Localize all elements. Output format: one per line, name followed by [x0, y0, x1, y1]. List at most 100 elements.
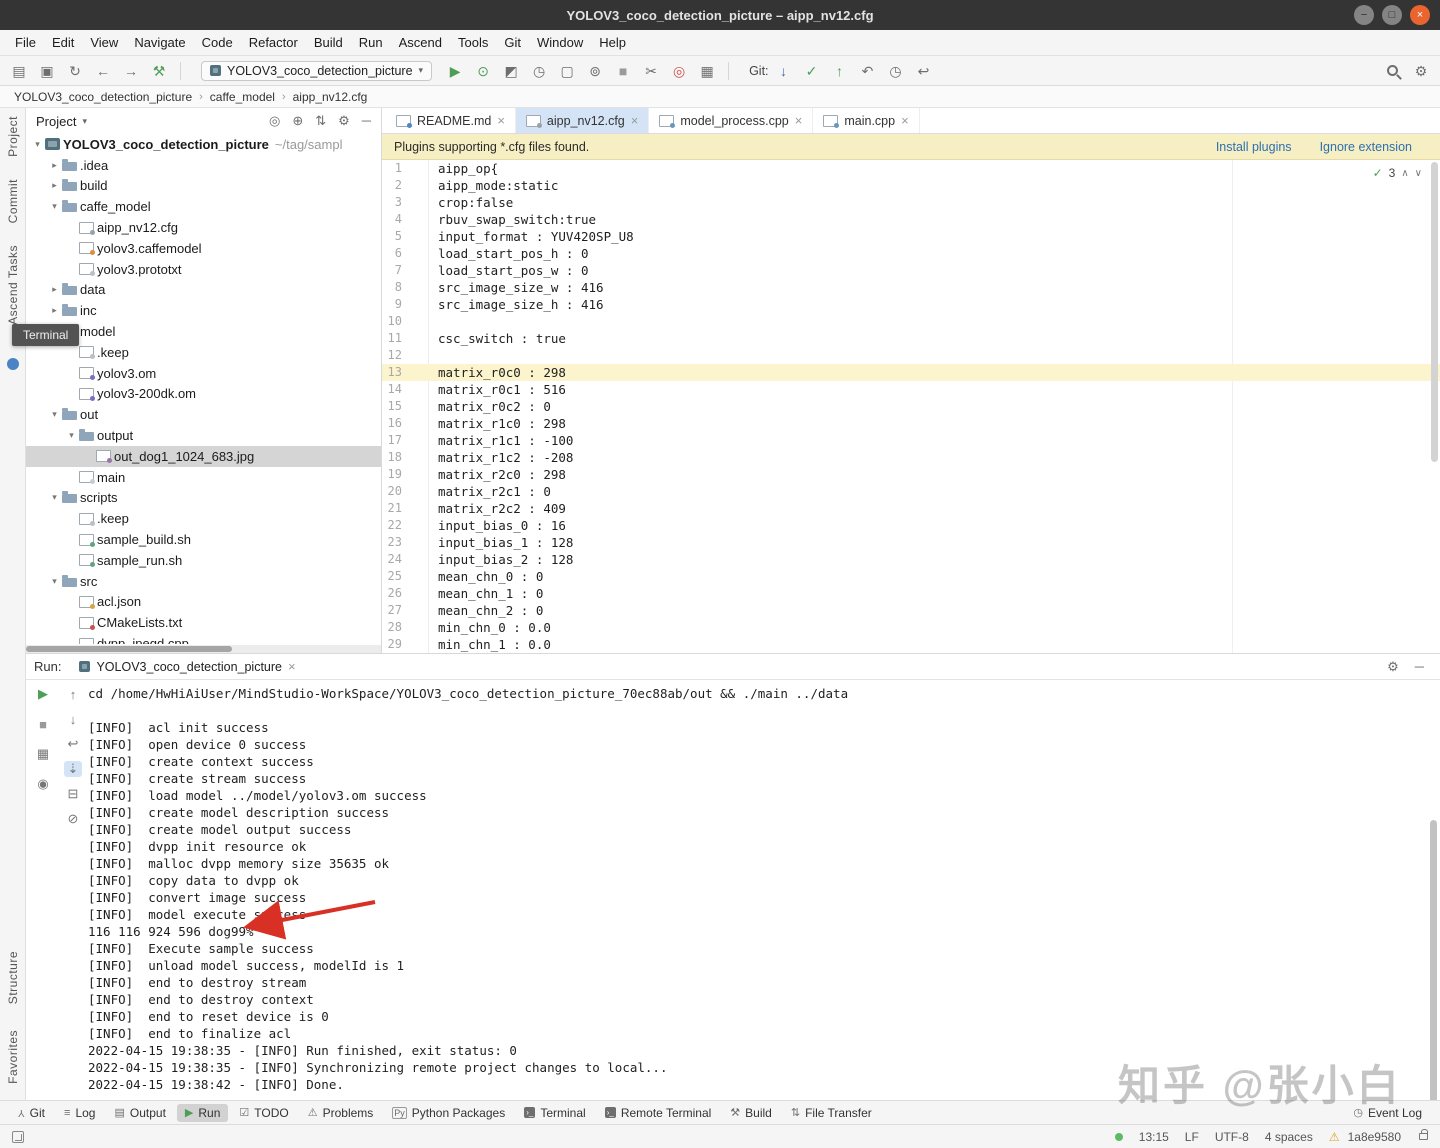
stop-icon[interactable]: ■ [614, 62, 632, 80]
run-settings-icon[interactable]: ⚙ [1387, 659, 1399, 675]
undo-icon[interactable]: ↩ [915, 62, 933, 80]
tree-chevron-icon[interactable]: ▾ [47, 201, 62, 212]
minimize-button[interactable]: − [1354, 5, 1374, 25]
code-line[interactable]: 19 matrix_r2c0 : 298 [382, 466, 1440, 483]
collapse-all-icon[interactable]: ⇅ [315, 113, 326, 129]
project-panel-title[interactable]: Project [36, 114, 76, 129]
next-issue-icon[interactable]: ∨ [1415, 168, 1422, 179]
tree-item[interactable]: yolov3.prototxt [26, 259, 381, 280]
breadcrumb-item[interactable]: aipp_nv12.cfg [293, 90, 368, 104]
tree-chevron-icon[interactable]: ▸ [47, 160, 62, 171]
menu-item[interactable]: View [83, 33, 125, 52]
search-icon[interactable] [1387, 65, 1398, 76]
code-line[interactable]: 21 matrix_r2c2 : 409 [382, 500, 1440, 517]
code-line[interactable]: 28 min_chn_0 : 0.0 [382, 619, 1440, 636]
tab-main-cpp[interactable]: main.cpp × [813, 108, 919, 133]
menu-item[interactable]: Refactor [242, 33, 305, 52]
tree-item[interactable]: ▾ output [26, 425, 381, 446]
layout-icon[interactable]: ▦ [698, 62, 716, 80]
chevron-down-icon[interactable]: ▾ [82, 116, 87, 127]
hide-panel-icon[interactable]: ─ [1415, 659, 1424, 675]
tree-item[interactable]: ▸ data [26, 280, 381, 301]
line-separator[interactable]: LF [1185, 1130, 1199, 1144]
tree-item[interactable]: yolov3-200dk.om [26, 384, 381, 405]
restore-layout-icon[interactable]: ▦ [34, 746, 52, 762]
toolwindow-button-problems[interactable]: ⚠ Problems [300, 1104, 382, 1122]
tree-item[interactable]: acl.json [26, 592, 381, 613]
close-tab-icon[interactable]: × [288, 659, 296, 674]
toolwindow-button-remote-terminal[interactable]: ›_ Remote Terminal [597, 1104, 720, 1122]
code-line[interactable]: 27 mean_chn_2 : 0 [382, 602, 1440, 619]
code-line[interactable]: 15 matrix_r0c2 : 0 [382, 398, 1440, 415]
tab-aipp-nv12-cfg[interactable]: aipp_nv12.cfg × [516, 108, 649, 133]
code-line[interactable]: 29 min_chn_1 : 0.0 [382, 636, 1440, 653]
code-line[interactable]: 26 mean_chn_1 : 0 [382, 585, 1440, 602]
menu-item[interactable]: Window [530, 33, 590, 52]
tree-item[interactable]: ▾ scripts [26, 488, 381, 509]
run-tab[interactable]: YOLOV3_coco_detection_picture × [71, 654, 303, 679]
install-plugins-link[interactable]: Install plugins [1216, 140, 1292, 154]
menu-item[interactable]: Help [592, 33, 633, 52]
menu-item[interactable]: Navigate [127, 33, 192, 52]
toolwindow-button-todo[interactable]: ☑ TODO [231, 1104, 296, 1122]
code-line[interactable]: 2 aipp_mode:static [382, 177, 1440, 194]
menu-item[interactable]: File [8, 33, 43, 52]
tree-chevron-icon[interactable]: ▾ [47, 492, 62, 503]
debug-icon[interactable]: ⊙ [474, 62, 492, 80]
scissors-icon[interactable]: ✂ [642, 62, 660, 80]
toolwindow-button-file-transfer[interactable]: ⇅ File Transfer [783, 1104, 880, 1122]
code-line[interactable]: 20 matrix_r2c1 : 0 [382, 483, 1440, 500]
tree-item[interactable]: out_dog1_1024_683.jpg [26, 446, 381, 467]
code-line[interactable]: 10 [382, 313, 1440, 330]
push-icon[interactable]: ↑ [831, 62, 849, 80]
toolwindow-button-output[interactable]: ▤ Output [106, 1104, 173, 1122]
tree-item[interactable]: .keep [26, 508, 381, 529]
capture-icon[interactable]: ▢ [558, 62, 576, 80]
breakpoint-icon[interactable]: ◎ [670, 62, 688, 80]
tab-model-process-cpp[interactable]: model_process.cpp × [649, 108, 813, 133]
back-icon[interactable]: ← [94, 62, 112, 80]
tree-item[interactable]: ▸ .idea [26, 155, 381, 176]
menu-item[interactable]: Git [497, 33, 528, 52]
profiler-icon[interactable]: ◷ [530, 62, 548, 80]
toolwindow-button-run[interactable]: ▶ Run [177, 1104, 228, 1122]
tree-item[interactable]: main [26, 467, 381, 488]
tree-chevron-icon[interactable]: ▾ [47, 576, 62, 587]
tree-item[interactable]: ▾ caffe_model [26, 196, 381, 217]
ignore-extension-link[interactable]: Ignore extension [1320, 140, 1412, 154]
stripe-commit[interactable]: Commit [6, 179, 20, 223]
clear-all-icon[interactable]: ⊘ [64, 811, 82, 827]
menu-item[interactable]: Build [307, 33, 350, 52]
tree-horizontal-scrollbar[interactable] [26, 645, 381, 653]
console-scrollbar[interactable] [1430, 820, 1437, 1110]
toolwindow-switcher-icon[interactable] [12, 1131, 24, 1143]
menu-item[interactable]: Run [352, 33, 390, 52]
close-tab-icon[interactable]: × [795, 113, 803, 128]
tree-chevron-icon[interactable]: ▸ [47, 180, 62, 191]
menu-item[interactable]: Code [195, 33, 240, 52]
tree-item[interactable]: ▾ model [26, 321, 381, 342]
save-icon[interactable]: ▣ [38, 62, 56, 80]
settings-gear-icon[interactable]: ⚙ [1412, 62, 1430, 80]
code-line[interactable]: 7 load_start_pos_w : 0 [382, 262, 1440, 279]
hide-panel-icon[interactable]: ─ [362, 113, 371, 129]
tree-item[interactable]: yolov3.om [26, 363, 381, 384]
coverage-icon[interactable]: ◩ [502, 62, 520, 80]
build-icon[interactable]: ⚒ [150, 62, 168, 80]
code-line[interactable]: 8 src_image_size_w : 416 [382, 279, 1440, 296]
select-opened-file-icon[interactable]: ◎ [269, 113, 280, 129]
tree-item[interactable]: dvpp_jpegd.cpp [26, 633, 381, 644]
stripe-ascend-tasks[interactable]: Ascend Tasks [6, 245, 20, 325]
tree-chevron-icon[interactable]: ▾ [64, 430, 79, 441]
caret-position[interactable]: 13:15 [1139, 1130, 1169, 1144]
history-icon[interactable]: ◷ [887, 62, 905, 80]
ascend-tool-icon[interactable] [7, 358, 19, 370]
tree-item[interactable]: sample_build.sh [26, 529, 381, 550]
code-line[interactable]: 24 input_bias_2 : 128 [382, 551, 1440, 568]
code-line[interactable]: 6 load_start_pos_h : 0 [382, 245, 1440, 262]
previous-issue-icon[interactable]: ∧ [1401, 168, 1408, 179]
code-line[interactable]: 25 mean_chn_0 : 0 [382, 568, 1440, 585]
forward-icon[interactable]: → [122, 62, 140, 80]
tree-chevron-icon[interactable]: ▾ [30, 139, 45, 150]
tree-item[interactable]: sample_run.sh [26, 550, 381, 571]
